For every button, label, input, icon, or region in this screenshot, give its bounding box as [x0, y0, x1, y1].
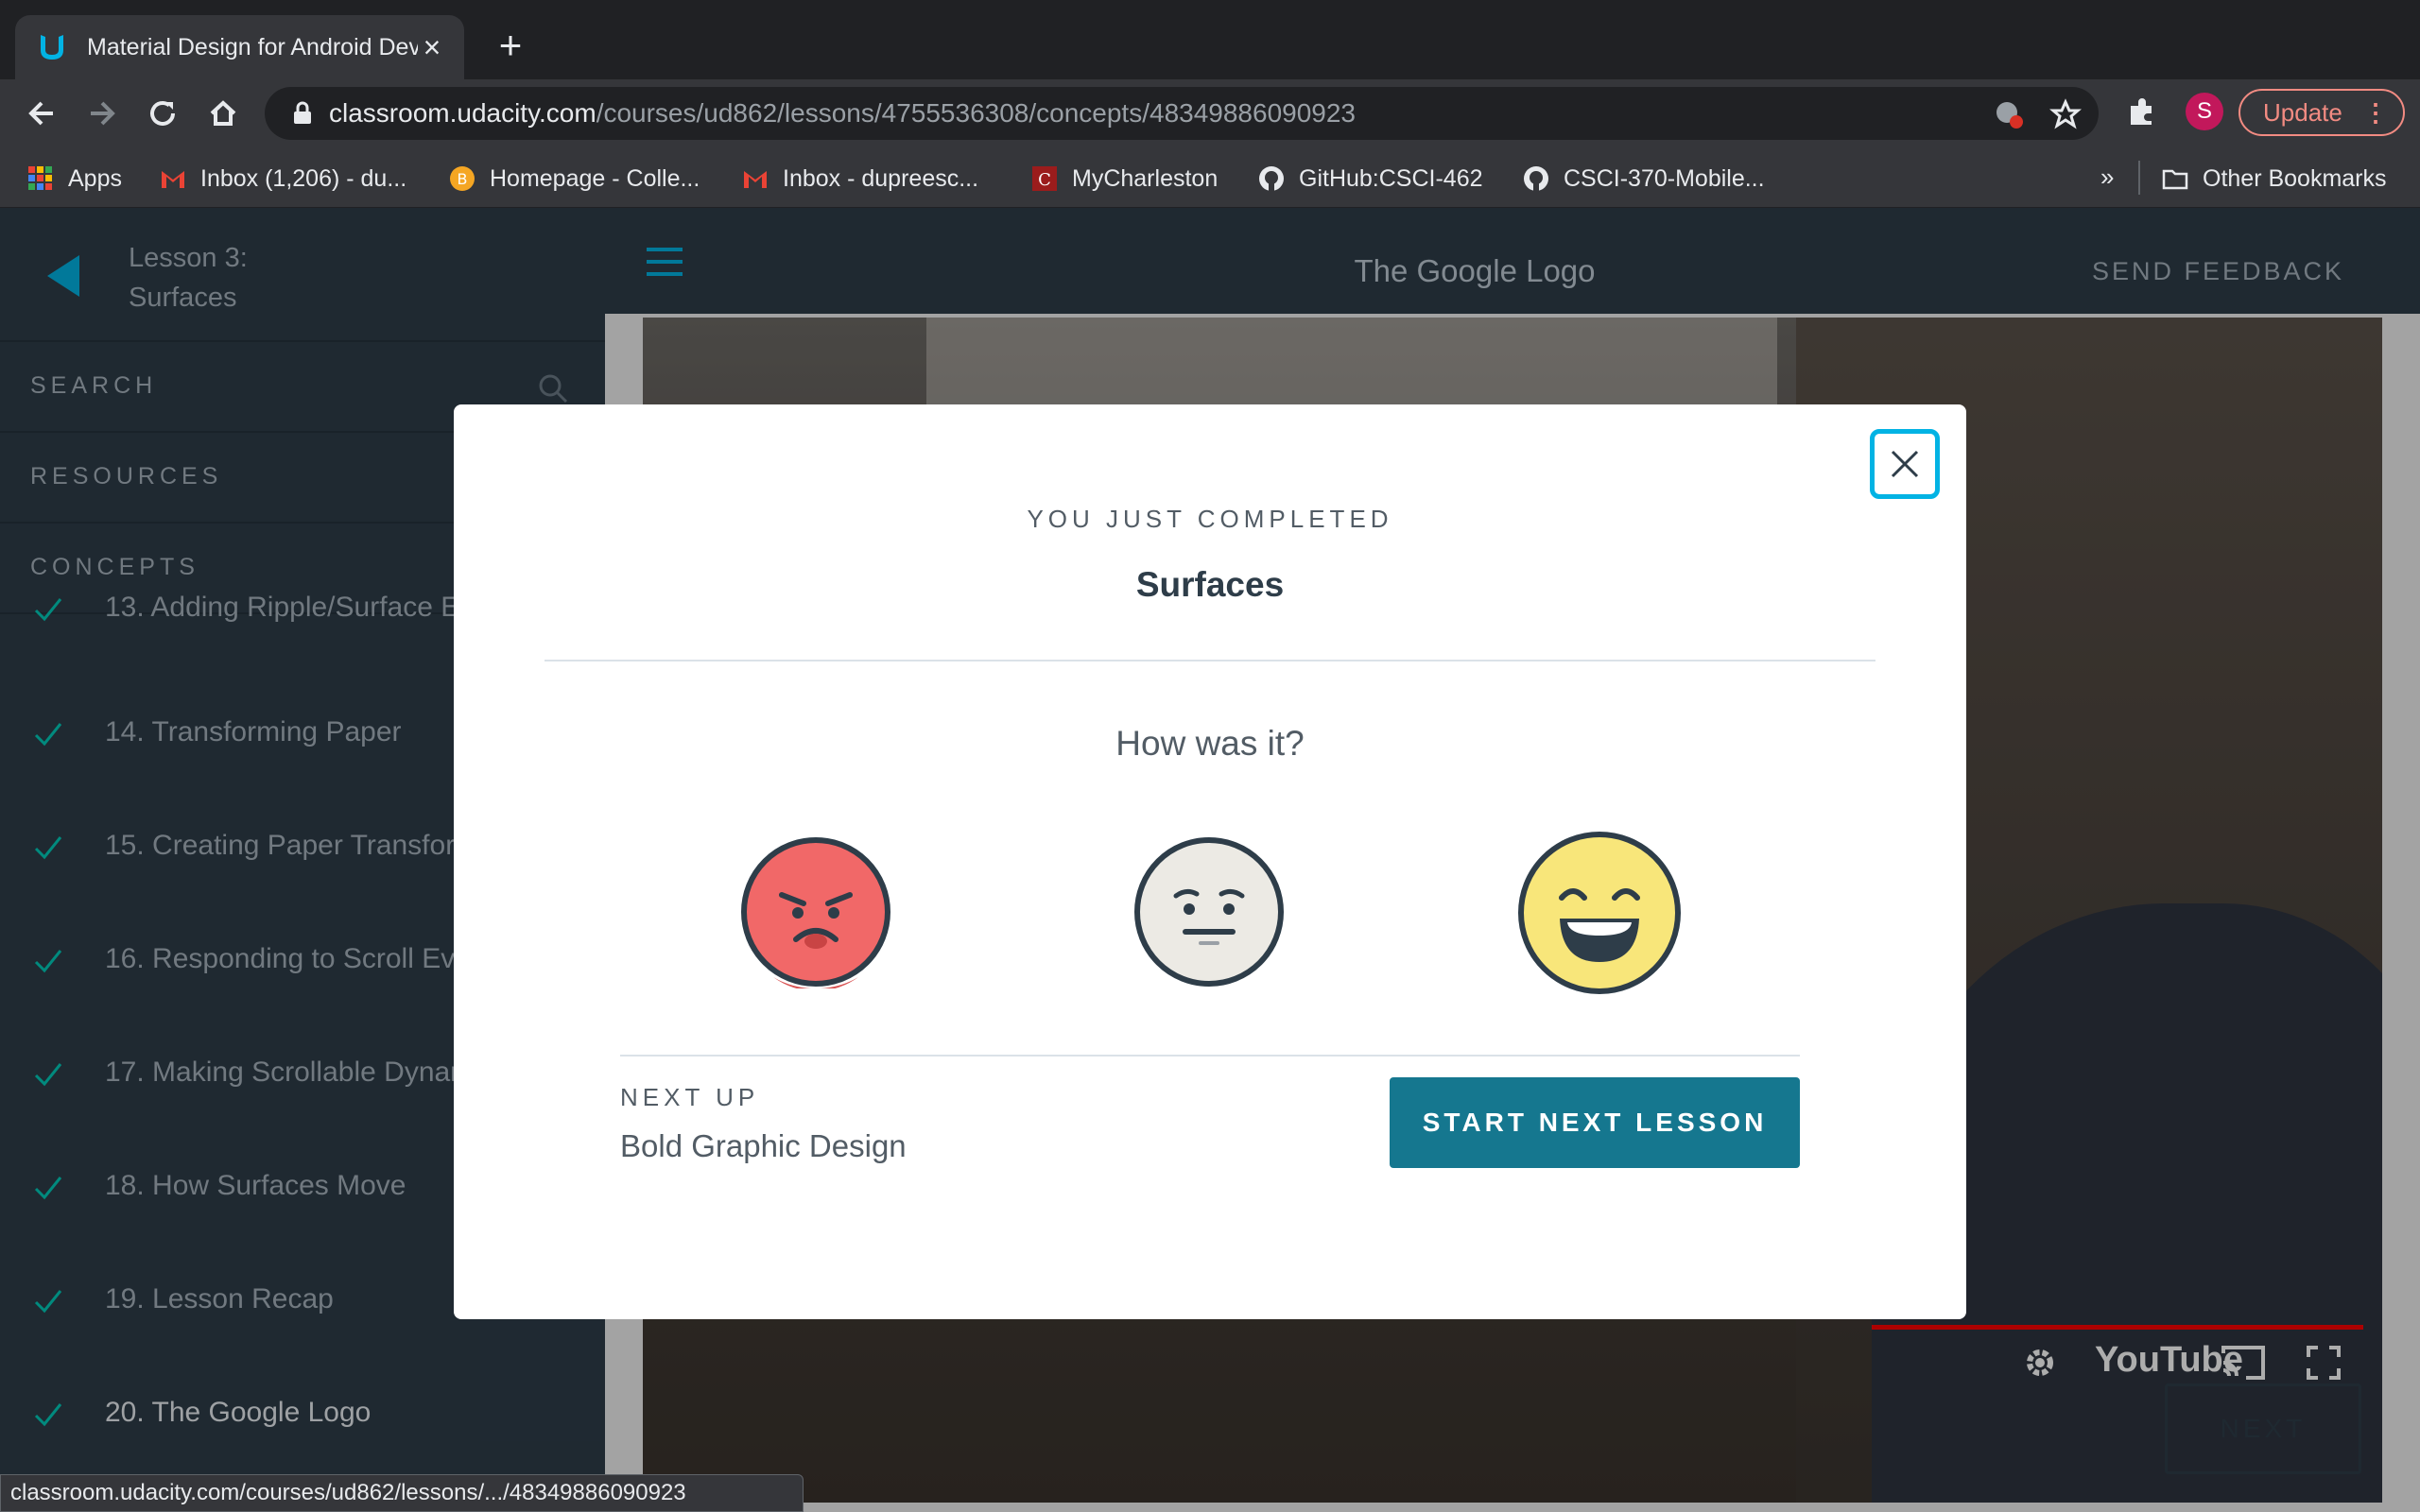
charleston-icon: C — [1032, 166, 1057, 191]
status-bar-url: classroom.udacity.com/courses/ud862/less… — [0, 1474, 804, 1512]
back-icon[interactable] — [23, 94, 60, 132]
bookmark-label: Inbox - dupreesc... — [783, 164, 979, 192]
completed-label: YOU JUST COMPLETED — [1027, 505, 1393, 533]
update-label: Update — [2263, 98, 2342, 127]
url-text: classroom.udacity.com/courses/ud862/less… — [329, 98, 1357, 128]
bookmarks-overflow-icon[interactable]: » — [2100, 163, 2114, 192]
bookmarks-divider — [2138, 161, 2140, 195]
browser-window: { "browser": { "tab_title": "Material De… — [0, 0, 2420, 1512]
tab-title: Material Design for Android Developers — [87, 33, 418, 60]
bookmark-inbox-1[interactable]: Inbox (1,206) - du... — [159, 163, 406, 195]
extensions-icon[interactable] — [2125, 94, 2159, 129]
folder-icon — [2162, 169, 2188, 190]
svg-text:C: C — [1038, 170, 1051, 190]
gmail-icon — [162, 171, 184, 188]
bookmark-label: MyCharleston — [1072, 164, 1219, 192]
close-icon — [1891, 450, 1919, 478]
gmail-icon — [744, 171, 767, 188]
bookmark-apps[interactable]: Apps — [26, 163, 122, 195]
lesson-complete-modal: YOU JUST COMPLETED Surfaces How was it? … — [454, 404, 1966, 1319]
other-bookmarks[interactable]: Other Bookmarks — [2161, 163, 2387, 195]
bookmark-label: Apps — [68, 164, 122, 192]
apps-grid-icon — [28, 166, 52, 190]
tab-strip: Material Design for Android Developers ×… — [0, 0, 2420, 79]
reload-icon[interactable] — [144, 94, 182, 132]
browser-toolbar: classroom.udacity.com/courses/ud862/less… — [0, 79, 2420, 147]
bookmark-label: GitHub:CSCI-462 — [1299, 164, 1483, 192]
menu-dots-icon: ⋮ — [2363, 98, 2388, 127]
next-up-label: NEXT UP — [620, 1083, 760, 1111]
update-button[interactable]: Update ⋮ — [2238, 89, 2405, 136]
close-button[interactable] — [1870, 429, 1940, 499]
bookmark-mycharleston[interactable]: C MyCharleston — [1030, 163, 1218, 195]
bookmarks-bar: Apps Inbox (1,206) - du... B Homepage - … — [0, 147, 2420, 208]
new-tab-icon[interactable]: + — [492, 26, 529, 65]
start-next-lesson-button[interactable]: START NEXT LESSON — [1390, 1077, 1800, 1168]
rating-question: How was it? — [1115, 724, 1305, 763]
bookmark-github-370[interactable]: CSCI-370-Mobile... — [1522, 163, 1765, 195]
forward-icon[interactable] — [83, 94, 121, 132]
angry-face-icon[interactable] — [739, 835, 892, 988]
modal-divider — [544, 660, 1876, 662]
modal-divider — [620, 1055, 1800, 1057]
lock-icon — [294, 101, 311, 124]
completed-lesson-title: Surfaces — [1135, 565, 1285, 604]
bookmark-label: Homepage - Colle... — [490, 164, 700, 192]
github-icon — [1259, 166, 1284, 191]
browser-tab[interactable]: Material Design for Android Developers × — [15, 15, 464, 79]
home-icon[interactable] — [204, 94, 242, 132]
bookmark-homepage[interactable]: B Homepage - Colle... — [448, 163, 700, 195]
bookmark-label: Inbox (1,206) - du... — [200, 164, 407, 192]
github-icon — [1524, 166, 1548, 191]
bookmark-label: CSCI-370-Mobile... — [1564, 164, 1765, 192]
next-lesson-title: Bold Graphic Design — [620, 1128, 907, 1163]
profile-avatar[interactable]: S — [2186, 93, 2223, 130]
cookie-blocked-icon[interactable] — [1993, 98, 2025, 130]
bookmark-star-icon[interactable] — [2049, 98, 2082, 130]
homepage-icon: B — [450, 166, 475, 191]
bookmark-inbox-2[interactable]: Inbox - dupreesc... — [741, 163, 978, 195]
bookmark-github-462[interactable]: GitHub:CSCI-462 — [1257, 163, 1483, 195]
tab-close-icon[interactable]: × — [417, 32, 447, 62]
neutral-face-icon[interactable] — [1132, 835, 1286, 988]
happy-face-icon[interactable] — [1516, 830, 1683, 996]
udacity-icon — [41, 35, 63, 60]
address-bar[interactable]: classroom.udacity.com/courses/ud862/less… — [265, 87, 2099, 140]
svg-text:B: B — [458, 170, 468, 188]
bookmark-label: Other Bookmarks — [2203, 164, 2387, 192]
